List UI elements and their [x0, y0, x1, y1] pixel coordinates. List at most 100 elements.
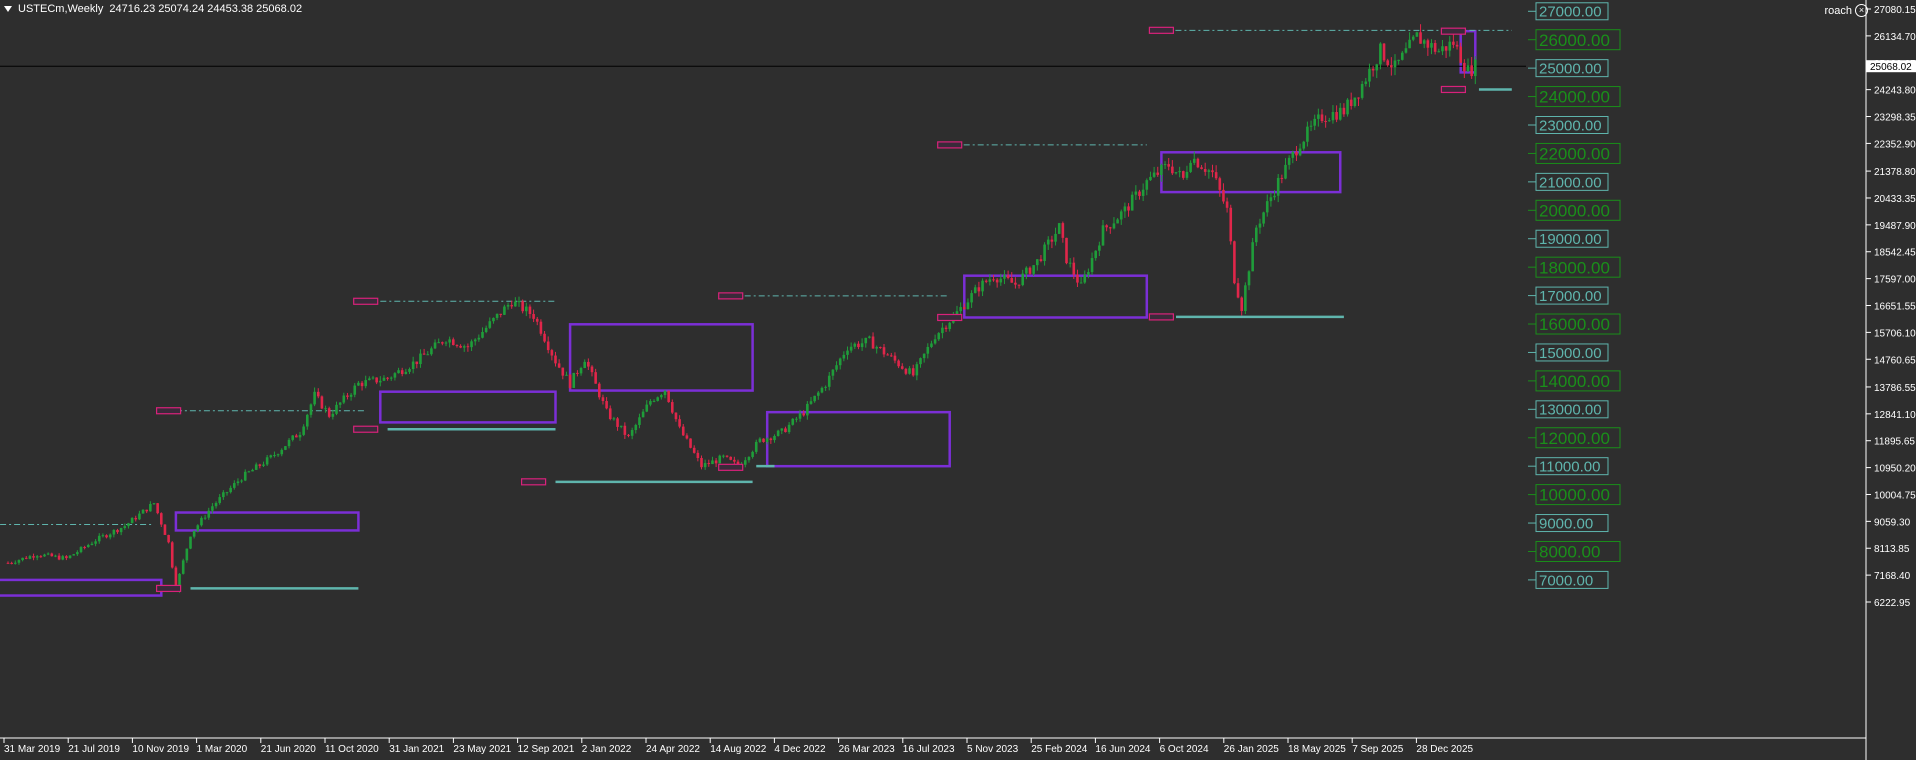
user-badge[interactable]: roach × [1824, 4, 1868, 17]
level-marker [156, 407, 182, 415]
candle-body [1006, 275, 1010, 279]
candle-body [871, 336, 875, 349]
price-axis-label: 9059.30 [1874, 517, 1911, 528]
level-marker [353, 425, 379, 433]
candle-body [6, 562, 10, 564]
candle-body [170, 542, 174, 568]
candle-body [1171, 166, 1174, 174]
price-level-label: 13000.00 [1539, 402, 1602, 419]
candle-body [674, 412, 678, 420]
candle-body [692, 447, 696, 453]
zone-box[interactable] [568, 323, 754, 392]
candle-body [941, 327, 944, 334]
candle-body [415, 361, 419, 365]
candle-body [298, 434, 302, 438]
candle-body [1174, 172, 1178, 174]
candle-body [904, 368, 908, 374]
price-level-label: 19000.00 [1539, 231, 1602, 248]
time-axis-label: 31 Mar 2019 [4, 744, 61, 755]
candle-body [470, 341, 473, 348]
candle-body [1284, 164, 1287, 179]
candle-body [1419, 32, 1422, 44]
zone-box[interactable] [174, 511, 360, 532]
candle-body [90, 543, 94, 545]
candle-body [681, 426, 685, 436]
user-name: roach [1824, 4, 1852, 17]
candle-body [638, 417, 641, 425]
candle-body [1244, 285, 1247, 312]
zone-box[interactable] [963, 274, 1149, 319]
candle-body [510, 305, 513, 307]
close-circle-icon[interactable]: × [1855, 4, 1868, 17]
candle-body [1269, 197, 1273, 202]
candle-body [1273, 195, 1276, 198]
candle-body [72, 554, 75, 556]
candle-body [243, 471, 247, 481]
candle-body [868, 336, 871, 338]
candle-body [28, 556, 32, 559]
candle-body [269, 455, 273, 458]
candle-body [452, 339, 455, 346]
ohlc-values: 24716.23 25074.24 24453.38 25068.02 [109, 3, 303, 15]
candle-body [1218, 178, 1222, 190]
candle-body [1203, 168, 1207, 172]
candle-body [1189, 162, 1192, 172]
dropdown-triangle-icon[interactable] [4, 6, 12, 12]
candle-body [160, 513, 163, 525]
candle-body [535, 318, 539, 322]
candle-body [1167, 164, 1170, 167]
candle-body [908, 368, 911, 374]
time-axis-label: 16 Jul 2023 [903, 744, 955, 755]
candle-body [335, 404, 338, 414]
candle-body [35, 556, 39, 558]
candle-body [689, 438, 692, 448]
price-level-label: 25000.00 [1539, 61, 1602, 78]
candle-body [1313, 118, 1316, 126]
candle-body [842, 354, 846, 359]
candle-body [1010, 278, 1014, 283]
candle-body [76, 552, 79, 555]
candle-body [1068, 262, 1072, 264]
candle-body [1178, 171, 1181, 173]
zone-box[interactable] [765, 410, 951, 468]
candle-body [857, 343, 860, 348]
candle-body [919, 358, 922, 365]
candle-body [119, 527, 123, 533]
price-chart[interactable]: 27000.00 25000.00 23000.00 21000.00 19000.00… [0, 0, 1916, 760]
candle-body [915, 364, 919, 376]
candle-body [1346, 99, 1349, 115]
price-axis-label: 15706.10 [1874, 328, 1916, 339]
candle-body [134, 517, 138, 520]
time-axis-label: 31 Jan 2021 [389, 744, 444, 755]
candle-body [630, 430, 634, 436]
candle-body [897, 360, 900, 367]
zone-box[interactable] [379, 390, 557, 424]
candle-body [1455, 44, 1459, 47]
time-axis-label: 7 Sep 2025 [1352, 744, 1404, 755]
candle-body [780, 428, 784, 431]
candle-body [1109, 227, 1112, 229]
candle-body [1309, 125, 1313, 127]
candle-body [900, 366, 904, 369]
candle-body [598, 383, 601, 398]
candle-body [397, 370, 400, 374]
candle-body [17, 560, 21, 563]
candle-body [1386, 60, 1389, 66]
price-axis-label: 23298.35 [1874, 113, 1916, 124]
candle-body [240, 480, 243, 482]
zone-box[interactable] [0, 578, 163, 597]
level-marker [937, 313, 963, 322]
candle-body [583, 361, 586, 369]
candle-body [517, 301, 521, 303]
candle-body [565, 374, 568, 376]
price-axis: 27080.1526134.7025189.2524243.8023298.35… [1865, 0, 1916, 760]
candle-body [616, 418, 619, 427]
candle-body [1222, 189, 1225, 202]
candle-body [532, 314, 535, 319]
candle-body [608, 408, 612, 420]
candle-body [200, 517, 203, 526]
candle-body [353, 385, 357, 395]
candle-body [1207, 170, 1211, 172]
candle-body [911, 368, 915, 376]
candle-body [1119, 211, 1123, 220]
